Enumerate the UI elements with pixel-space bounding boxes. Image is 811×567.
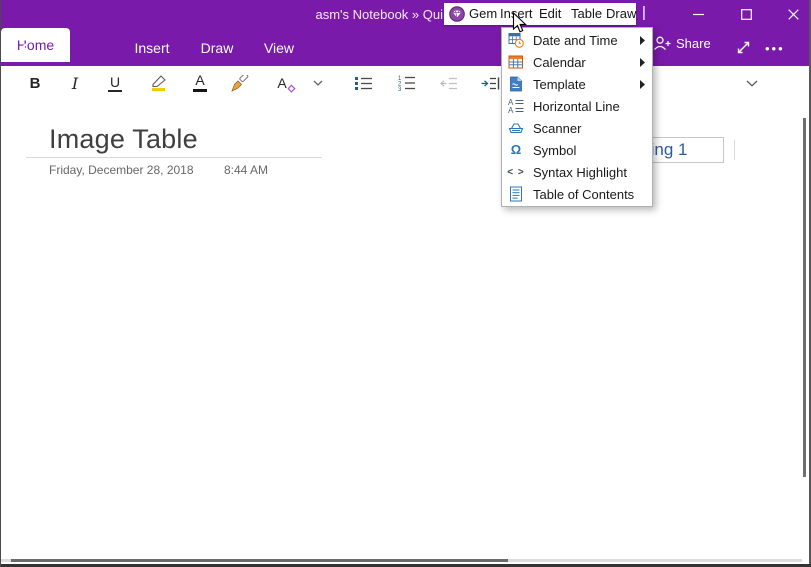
format-painter-button[interactable] <box>227 66 255 100</box>
menu-item-label: Horizontal Line <box>533 99 620 114</box>
menu-item-label: Table of Contents <box>533 187 634 202</box>
formatting-toolbar: B I U A A <box>1 66 811 100</box>
menu-item-label: Calendar <box>533 55 586 70</box>
gem-logo-icon <box>449 6 465 22</box>
numbered-list-icon: 1 2 3 <box>398 75 416 91</box>
font-color-label: A <box>195 72 204 88</box>
more-formatting-chevron[interactable] <box>307 66 329 100</box>
horizontal-scrollbar-thumb[interactable] <box>11 559 508 562</box>
submenu-arrow-icon <box>640 80 645 89</box>
menu-item-syntax-highlight[interactable]: < > Syntax Highlight <box>502 161 652 183</box>
styles-dropdown-chevron[interactable] <box>741 66 763 100</box>
bullet-list-icon <box>355 76 373 91</box>
decrease-indent-button[interactable] <box>436 66 462 100</box>
date-and-time-icon <box>508 32 524 48</box>
menu-item-horizontal-line[interactable]: A A Horizontal Line <box>502 95 652 117</box>
calendar-icon <box>508 54 524 70</box>
highlighter-icon <box>149 74 169 92</box>
share-person-icon <box>653 35 671 52</box>
back-chevron-icon[interactable] <box>21 39 32 55</box>
decrease-indent-icon <box>440 76 458 91</box>
ribbon-tab-row: Home Insert Draw View Share ••• <box>1 28 811 66</box>
fullscreen-expand-icon[interactable] <box>735 39 752 56</box>
page-title[interactable]: Image Table <box>49 124 198 155</box>
menu-item-calendar[interactable]: Calendar <box>502 51 652 73</box>
tab-home[interactable]: Home <box>1 28 70 62</box>
horizontal-line-icon: A A <box>508 98 524 114</box>
increase-indent-icon <box>481 76 500 91</box>
menu-item-label: Date and Time <box>533 33 618 48</box>
onenote-window: asm's Notebook » Qui Gem Insert Edit Tab… <box>0 0 811 567</box>
menu-item-symbol[interactable]: Ω Symbol <box>502 139 652 161</box>
minimize-button[interactable] <box>681 0 715 28</box>
bold-button[interactable]: B <box>21 66 49 100</box>
clear-formatting-button[interactable]: A <box>267 66 297 100</box>
menu-item-template[interactable]: Template <box>502 73 652 95</box>
bold-label: B <box>30 75 41 92</box>
format-painter-icon <box>231 75 251 92</box>
template-icon <box>508 76 524 92</box>
clear-formatting-diamond-icon <box>287 84 296 93</box>
page-date: Friday, December 28, 2018 <box>49 163 194 177</box>
menu-item-label: Syntax Highlight <box>533 165 627 180</box>
clear-formatting-glyph: A <box>277 75 286 91</box>
chevron-down-icon <box>746 80 758 87</box>
underline-button[interactable]: U <box>101 66 129 100</box>
menu-item-scanner[interactable]: Scanner <box>502 117 652 139</box>
close-button[interactable] <box>776 0 810 28</box>
mouse-cursor <box>512 12 527 34</box>
close-icon <box>788 9 799 20</box>
syntax-highlight-icon: < > <box>508 164 524 180</box>
maximize-button[interactable] <box>729 0 763 28</box>
svg-text:3: 3 <box>398 87 402 91</box>
window-title: asm's Notebook » Qui <box>241 7 443 22</box>
styles-separator <box>734 140 735 160</box>
clear-formatting-label: A <box>277 75 286 91</box>
bullet-list-button[interactable] <box>351 66 377 100</box>
more-options-button[interactable]: ••• <box>765 41 785 56</box>
page-time: 8:44 AM <box>224 163 268 177</box>
submenu-arrow-icon <box>640 36 645 45</box>
svg-text:A: A <box>508 106 514 114</box>
share-label: Share <box>676 36 711 51</box>
menubar-item-table[interactable]: Table <box>571 6 602 21</box>
gem-menubar: Gem Insert Edit Table Draw <box>444 3 636 25</box>
tab-view[interactable]: View <box>259 40 299 56</box>
underline-label: U <box>108 75 122 92</box>
minimize-icon <box>693 9 704 20</box>
font-color-bar <box>193 89 207 92</box>
tab-draw[interactable]: Draw <box>197 40 237 56</box>
menu-item-label: Template <box>533 77 586 92</box>
menu-item-label: Scanner <box>533 121 581 136</box>
menubar-separator: | <box>642 4 646 21</box>
font-color-glyph: A <box>193 74 207 92</box>
vertical-scrollbar-thumb[interactable] <box>803 118 806 477</box>
gem-insert-menu: Date and Time Calendar <box>501 27 653 207</box>
maximize-icon <box>741 9 752 20</box>
numbered-list-button[interactable]: 1 2 3 <box>394 66 420 100</box>
italic-button[interactable]: I <box>61 66 89 100</box>
scanner-icon <box>508 120 524 136</box>
share-button[interactable]: Share <box>653 35 711 52</box>
font-color-button[interactable]: A <box>186 66 214 100</box>
menu-item-table-of-contents[interactable]: Table of Contents <box>502 183 652 205</box>
increase-indent-button[interactable] <box>477 66 503 100</box>
highlighter-button[interactable] <box>145 66 173 100</box>
chevron-down-icon <box>313 80 323 86</box>
menubar-item-gem[interactable]: Gem <box>469 6 497 21</box>
menu-item-label: Symbol <box>533 143 576 158</box>
title-bar: asm's Notebook » Qui <box>1 0 811 28</box>
italic-label: I <box>72 74 78 93</box>
menubar-item-edit[interactable]: Edit <box>539 6 561 21</box>
omega-symbol-icon: Ω <box>508 142 524 158</box>
menubar-item-draw[interactable]: Draw <box>606 6 636 21</box>
page-title-underline <box>26 157 322 158</box>
tab-insert[interactable]: Insert <box>131 40 173 56</box>
table-of-contents-icon <box>508 186 524 202</box>
submenu-arrow-icon <box>640 58 645 67</box>
